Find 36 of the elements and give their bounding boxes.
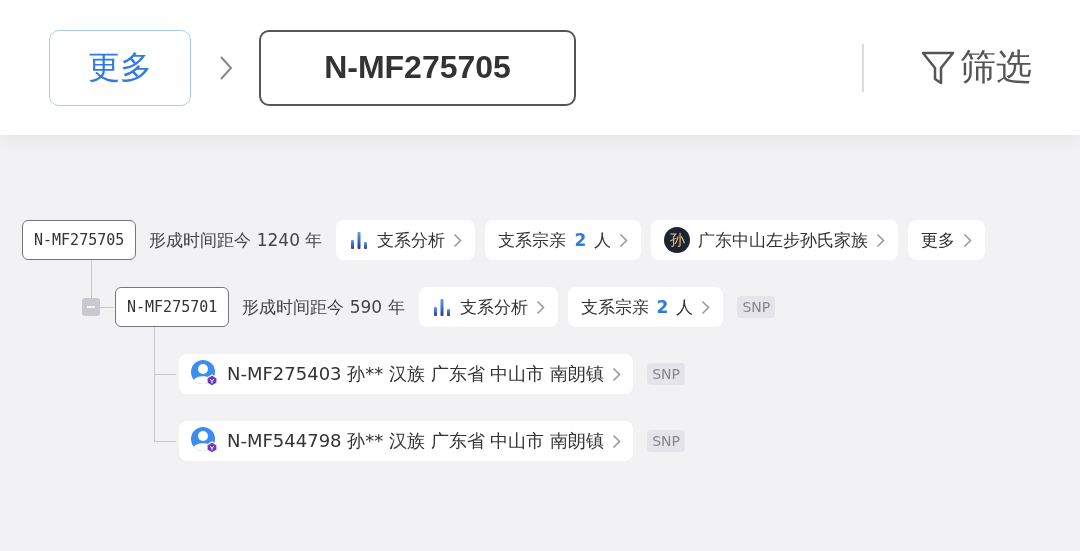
formation-time: 形成时间距今 590 年 — [242, 295, 405, 319]
breadcrumb-item[interactable]: N-MF275705 — [259, 29, 576, 106]
branch-analysis-button[interactable]: 支系分析 — [336, 220, 476, 260]
member-item[interactable]: N-MF275403 孙** 汉族 广东省 中山市 南朗镇 — [179, 354, 634, 394]
snp-tag: SNP — [647, 430, 685, 452]
chevron-icon — [219, 54, 233, 81]
clan-button[interactable]: 孙 广东中山左步孙氏家族 — [651, 220, 899, 260]
formation-time: 形成时间距今 1240 年 — [149, 228, 323, 252]
user-avatar-icon — [191, 427, 219, 455]
relatives-button[interactable]: 支系宗亲 2 人 — [567, 287, 724, 327]
clan-avatar: 孙 — [664, 227, 691, 253]
breadcrumb-item[interactable]: 更多 — [49, 29, 191, 106]
relatives-button[interactable]: 支系宗亲 2 人 — [485, 220, 642, 260]
bar-chart-icon — [431, 297, 452, 317]
member-info: N-MF275403 孙** 汉族 广东省 中山市 南朗镇 — [227, 362, 605, 386]
user-avatar-icon — [191, 360, 219, 388]
clan-name: 广东中山左步孙氏家族 — [698, 228, 869, 252]
more-button[interactable]: 更多 — [908, 220, 986, 260]
chevron-icon — [612, 366, 622, 382]
chevron-icon — [876, 232, 886, 248]
chevron-icon — [619, 232, 629, 248]
chevron-icon — [701, 299, 711, 315]
snp-tag: SNP — [647, 363, 685, 385]
chevron-icon — [453, 232, 463, 248]
chevron-icon — [963, 232, 973, 248]
chevron-icon — [535, 299, 545, 315]
bar-chart-icon — [349, 230, 370, 250]
chevron-icon — [612, 433, 622, 449]
snp-tag: SNP — [737, 296, 776, 318]
filter-button[interactable]: 筛选 — [920, 43, 1032, 92]
branch-analysis-button[interactable]: 支系分析 — [418, 287, 558, 327]
haplogroup-node[interactable]: N-MF275705 — [22, 220, 137, 260]
collapse-icon[interactable] — [82, 298, 100, 316]
haplogroup-node[interactable]: N-MF275701 — [115, 287, 230, 327]
member-item[interactable]: N-MF544798 孙** 汉族 广东省 中山市 南朗镇 — [179, 421, 634, 461]
member-info: N-MF544798 孙** 汉族 广东省 中山市 南朗镇 — [227, 429, 605, 453]
